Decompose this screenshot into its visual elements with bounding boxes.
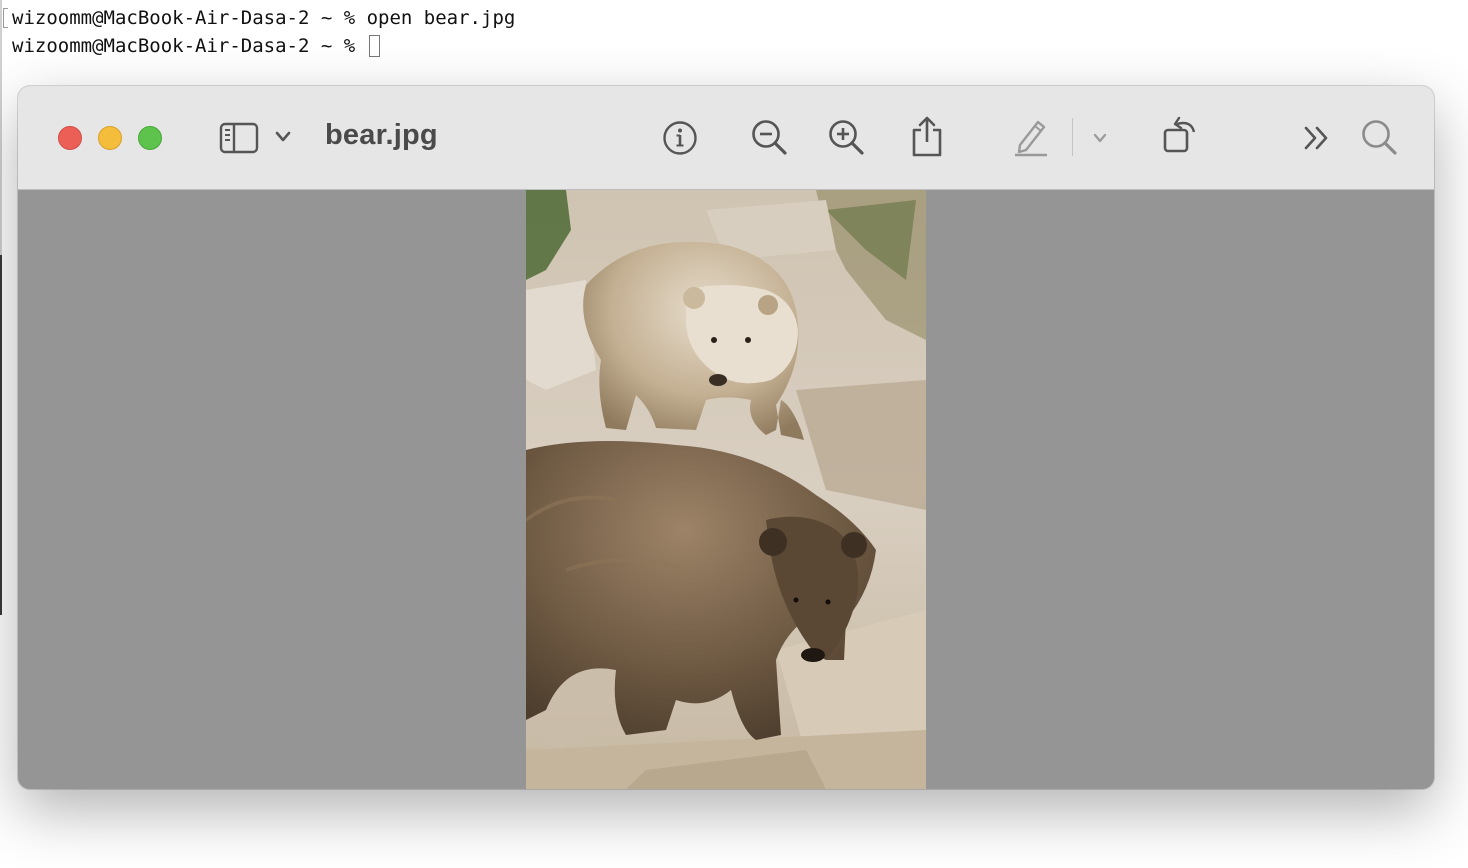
terminal-command: open bear.jpg: [366, 7, 516, 29]
terminal-prompt: wizoomm@MacBook-Air-Dasa-2 ~ %: [12, 35, 367, 57]
more-chevrons-icon[interactable]: [1302, 124, 1332, 152]
sidebar-icon[interactable]: [219, 122, 259, 154]
maximize-button[interactable]: [138, 126, 162, 150]
info-icon[interactable]: [661, 119, 699, 157]
terminal-line-2[interactable]: wizoomm@MacBook-Air-Dasa-2 ~ %: [12, 35, 380, 57]
search-icon[interactable]: [1360, 118, 1400, 158]
minimize-button[interactable]: [98, 126, 122, 150]
selection-bracket: [3, 8, 8, 28]
zoom-out-icon[interactable]: [750, 118, 790, 158]
share-icon[interactable]: [909, 114, 945, 158]
markup-pencil-icon[interactable]: [1011, 116, 1051, 158]
chevron-down-icon[interactable]: [274, 130, 292, 144]
toolbar-separator: [1072, 118, 1073, 156]
terminal-prompt: wizoomm@MacBook-Air-Dasa-2 ~ %: [12, 7, 367, 29]
preview-window: bear.jpg: [18, 86, 1434, 789]
window-title: bear.jpg: [325, 119, 438, 151]
zoom-in-icon[interactable]: [827, 118, 867, 158]
terminal-line-1: wizoomm@MacBook-Air-Dasa-2 ~ % open bear…: [12, 7, 515, 29]
bear-image: [526, 190, 926, 789]
window-titlebar[interactable]: bear.jpg: [18, 86, 1434, 190]
terminal-cursor: [368, 35, 380, 57]
image-canvas[interactable]: [18, 190, 1434, 789]
markup-chevron-icon[interactable]: [1092, 132, 1108, 144]
terminal-edge: [0, 0, 2, 260]
close-button[interactable]: [58, 126, 82, 150]
terminal-edge-dark: [0, 255, 2, 615]
bear-photo[interactable]: [526, 190, 926, 789]
rotate-icon[interactable]: [1161, 114, 1203, 156]
